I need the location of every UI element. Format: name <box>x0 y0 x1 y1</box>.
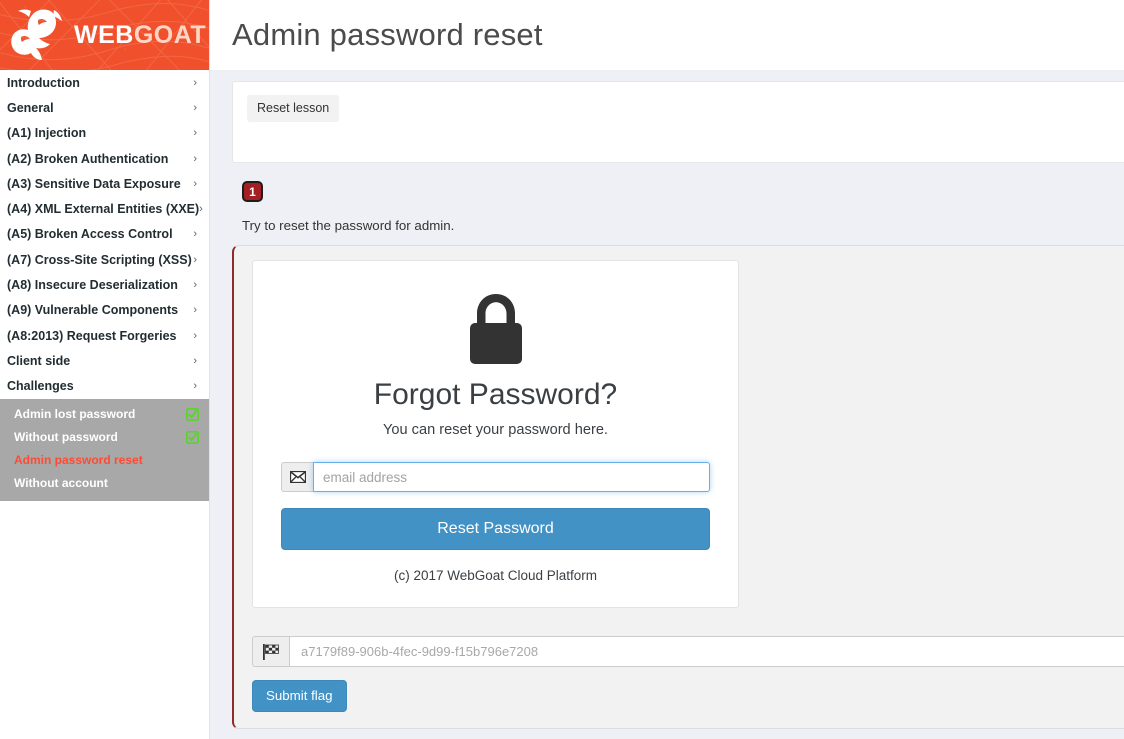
sidebar-item-label: (A9) Vulnerable Components <box>7 303 179 318</box>
sidebar-subitem-label: Without password <box>14 430 118 445</box>
check-square-icon <box>186 407 199 421</box>
reset-lesson-button[interactable]: Reset lesson <box>247 95 340 122</box>
sidebar-item-introduction[interactable]: Introduction › <box>0 70 209 95</box>
sidebar-item-label: Client side <box>7 353 71 368</box>
sidebar-item-a1-injection[interactable]: (A1) Injection › <box>0 121 209 146</box>
main-area: Admin password reset Reset lesson 1 Try … <box>210 0 1124 739</box>
sidebar-item-label: (A2) Broken Authentication <box>7 151 169 166</box>
assignment-description: Try to reset the password for admin. <box>242 218 455 233</box>
sidebar: WEBGOAT Introduction › General › (A1) Inject… <box>0 0 210 739</box>
chevron-right-icon: › <box>193 177 197 190</box>
flag-input[interactable] <box>289 636 1124 667</box>
sidebar-nav: Introduction › General › (A1) Injection › (A2)… <box>0 70 209 399</box>
chevron-right-icon: › <box>193 228 197 241</box>
assignment-block: 1 Try to reset the password for admin. <box>232 181 1124 233</box>
step-badge: 1 <box>242 181 263 202</box>
sidebar-item-label: (A3) Sensitive Data Exposure <box>7 176 181 191</box>
sidebar-subitem-admin-lost-password[interactable]: Admin lost password <box>0 403 209 426</box>
sidebar-item-a8-insecure-deserialization[interactable]: (A8) Insecure Deserialization › <box>0 272 209 297</box>
flag-input-group <box>252 636 1124 667</box>
sidebar-item-a4-xml-external-entities-xxe[interactable]: (A4) XML External Entities (XXE) › <box>0 196 209 221</box>
chevron-right-icon: › <box>193 101 197 114</box>
sidebar-subitem-admin-password-reset[interactable]: Admin password reset <box>0 449 209 472</box>
check-square-icon <box>186 430 199 444</box>
sidebar-submenu: Admin lost password Without password Admin… <box>0 398 209 501</box>
chevron-right-icon: › <box>193 253 197 266</box>
sidebar-subitem-without-account[interactable]: Without account <box>0 472 209 495</box>
sidebar-item-label: Challenges <box>7 379 74 394</box>
chevron-right-icon: › <box>193 152 197 165</box>
sidebar-item-label: General <box>7 100 54 115</box>
sidebar-subitem-label: Admin password reset <box>14 453 143 468</box>
chevron-right-icon: › <box>193 279 197 292</box>
webgoat-app: WEBGOAT Introduction › General › (A1) Inject… <box>0 0 1124 739</box>
copyright-text: (c) 2017 WebGoat Cloud Platform <box>393 568 598 583</box>
lesson-panel: Reset lesson <box>232 81 1124 163</box>
sidebar-item-a9-vulnerable-components[interactable]: (A9) Vulnerable Components › <box>0 298 209 323</box>
goat-head-logo <box>11 9 62 60</box>
sidebar-subitem-without-password[interactable]: Without password <box>0 426 209 449</box>
sidebar-item-challenges[interactable]: Challenges › <box>0 374 209 399</box>
sidebar-item-a3-sensitive-data-exposure[interactable]: (A3) Sensitive Data Exposure › <box>0 171 209 196</box>
submit-flag-button[interactable]: Submit flag <box>252 680 347 712</box>
chevron-right-icon: › <box>193 354 197 367</box>
sidebar-item-label: (A8) Insecure Deserialization <box>7 278 178 293</box>
brand-goat: GOAT <box>133 20 207 49</box>
sidebar-item-a7-cross-site-scripting-xss[interactable]: (A7) Cross-Site Scripting (XSS) › <box>0 247 209 272</box>
sidebar-item-a2-broken-authentication[interactable]: (A2) Broken Authentication › <box>0 146 209 171</box>
sidebar-item-label: (A7) Cross-Site Scripting (XSS) <box>7 252 192 267</box>
chevron-right-icon: › <box>193 329 197 342</box>
padlock-icon <box>469 294 522 364</box>
attack-container: Forgot Password? You can reset your pass… <box>232 245 1124 729</box>
content-area: Reset lesson 1 Try to reset the password… <box>210 70 1124 729</box>
page-header: Admin password reset <box>210 0 1124 70</box>
sidebar-item-label: Introduction <box>7 75 80 90</box>
sidebar-item-a8-2013-request-forgeries[interactable]: (A8:2013) Request Forgeries › <box>0 323 209 348</box>
forgot-password-card: Forgot Password? You can reset your pass… <box>252 260 739 608</box>
chevron-right-icon: › <box>199 203 203 216</box>
brand-web: WEB <box>74 20 134 49</box>
sidebar-item-label: (A5) Broken Access Control <box>7 227 173 242</box>
checkered-flag-icon <box>252 636 289 667</box>
sidebar-item-client-side[interactable]: Client side › <box>0 348 209 373</box>
sidebar-item-label: (A1) Injection <box>7 126 87 141</box>
sidebar-item-label: (A4) XML External Entities (XXE) <box>7 202 200 217</box>
forgot-password-title: Forgot Password? <box>373 378 618 411</box>
brand-header[interactable]: WEBGOAT <box>0 0 209 70</box>
sidebar-item-a5-broken-access-control[interactable]: (A5) Broken Access Control › <box>0 222 209 247</box>
forgot-password-subtitle: You can reset your password here. <box>383 422 608 438</box>
email-input[interactable] <box>313 462 710 492</box>
sidebar-subitem-label: Without account <box>14 476 108 491</box>
reset-password-button[interactable]: Reset Password <box>281 508 710 550</box>
email-input-group <box>281 462 710 492</box>
chevron-right-icon: › <box>193 304 197 317</box>
sidebar-subitem-label: Admin lost password <box>14 407 136 422</box>
envelope-icon <box>281 462 313 492</box>
chevron-right-icon: › <box>193 127 197 140</box>
brand-title: WEBGOAT <box>74 21 206 50</box>
sidebar-item-general[interactable]: General › <box>0 95 209 120</box>
page-title: Admin password reset <box>232 17 543 52</box>
chevron-right-icon: › <box>193 76 197 89</box>
lesson-panel-body <box>247 122 1124 148</box>
chevron-right-icon: › <box>193 380 197 393</box>
sidebar-item-label: (A8:2013) Request Forgeries <box>7 328 177 343</box>
